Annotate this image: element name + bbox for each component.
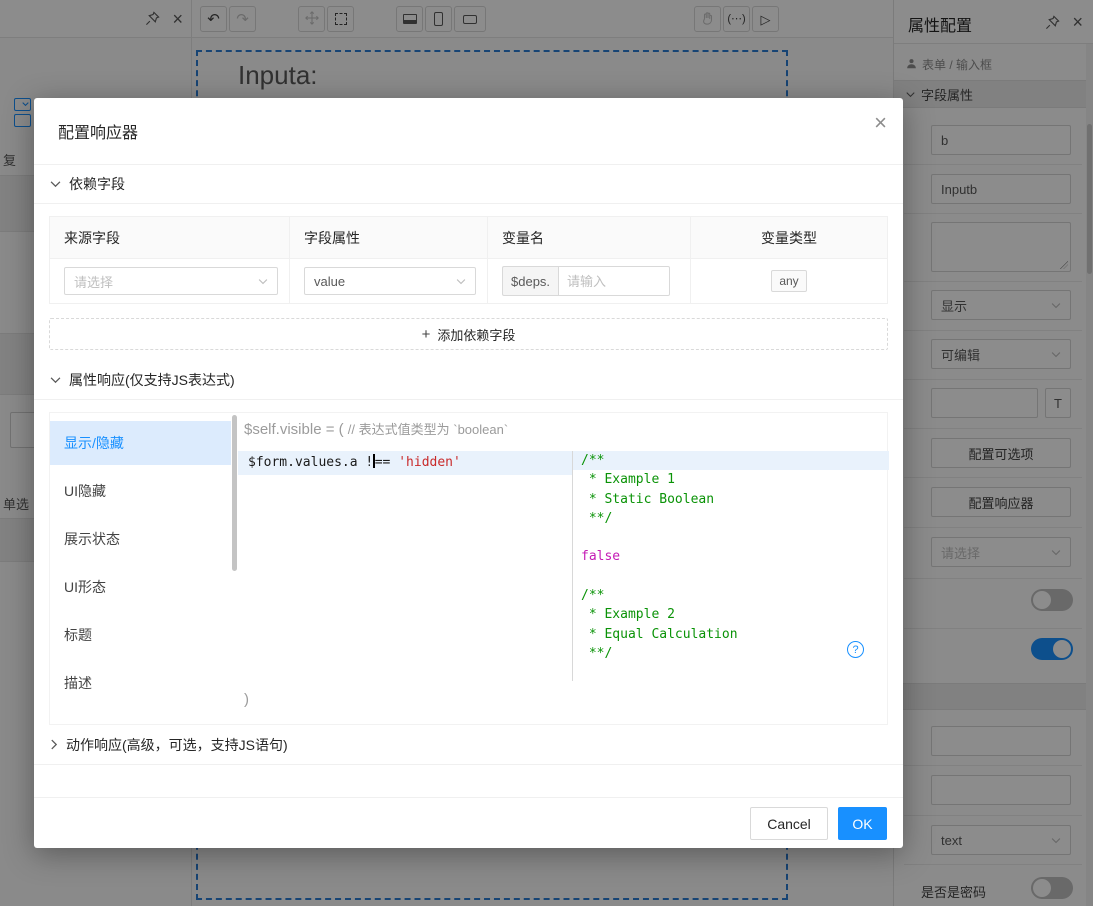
tab-ui-pattern[interactable]: UI形态 [50,565,231,609]
code-comment-line: **/ [573,644,889,663]
section-dependencies[interactable]: 依赖字段 [34,164,903,204]
code-editor-left[interactable]: $form.values.a !== 'hidden' [238,451,572,475]
screenshot-stage: × 复 单选 ↶ ↷ [0,0,1093,906]
code-text: $form.values.a ! [248,455,373,470]
tab-ui-hidden[interactable]: UI隐藏 [50,469,231,513]
code-comment-line: * Example 1 [573,470,889,489]
code-comment-line: **/ [573,509,889,528]
code-atom-line: false [573,547,889,566]
chevron-down-icon [50,180,61,188]
field-prop-select[interactable]: value [304,267,476,295]
source-field-placeholder: 请选择 [74,272,113,291]
chevron-down-icon [456,278,466,285]
tab-visible-hidden[interactable]: 显示/隐藏 [50,421,231,465]
add-dependency-button[interactable]: + 添加依赖字段 [49,318,888,350]
cancel-button[interactable]: Cancel [750,807,828,840]
section-action-reactions-label: 动作响应(高级，可选，支持JS语句) [66,735,288,755]
ok-button[interactable]: OK [838,807,887,840]
variable-prefix: $deps. [502,266,558,296]
tab-display-state[interactable]: 展示状态 [50,517,231,561]
tab-title[interactable]: 标题 [50,613,231,657]
configure-reactions-modal: 配置响应器 × 依赖字段 来源字段 字段属性 变量名 变量类型 请选择 [34,98,903,848]
variable-name-group: $deps. [502,266,670,296]
chevron-down-icon [50,376,61,384]
section-action-reactions[interactable]: 动作响应(高级，可选，支持JS语句) [34,725,903,765]
tab-description[interactable]: 描述 [50,661,231,705]
section-property-reactions-label: 属性响应(仅支持JS表达式) [69,370,235,390]
source-field-select[interactable]: 请选择 [64,267,278,295]
reactions-editor-container: 显示/隐藏 UI隐藏 展示状态 UI形态 标题 描述 $self.visible… [49,412,888,725]
code-comment-line: /** [573,451,889,470]
code-comment-line: * Equal Calculation [573,625,889,644]
plus-icon: + [422,326,431,343]
section-property-reactions[interactable]: 属性响应(仅支持JS表达式) [34,360,903,400]
dependencies-table: 来源字段 字段属性 变量名 变量类型 请选择 value [49,216,888,304]
col-header-type: 变量类型 [691,217,887,258]
chevron-down-icon [258,278,268,285]
table-row: 请选择 value $deps. a [50,259,887,303]
col-header-var: 变量名 [488,217,691,258]
tabs-scrollbar-thumb[interactable] [232,415,237,571]
add-dependency-label: 添加依赖字段 [437,325,515,344]
code-text: == [375,455,398,470]
code-blank-line [573,567,889,586]
help-icon[interactable]: ? [847,641,864,658]
field-prop-value: value [314,274,345,289]
table-header-row: 来源字段 字段属性 变量名 变量类型 [50,217,887,259]
variable-name-input[interactable] [558,266,670,296]
code-editor-right[interactable]: /** * Example 1 * Static Boolean **/ fal… [573,451,889,663]
section-dependencies-label: 依赖字段 [69,174,125,194]
expression-header: $self.visible = ( // 表达式值类型为 `boolean` [244,419,508,438]
code-comment-line: * Example 2 [573,605,889,624]
chevron-right-icon [50,739,58,750]
variable-type-tag: any [771,270,806,292]
code-blank-line [573,528,889,547]
code-comment-line: * Static Boolean [573,490,889,509]
code-string: 'hidden' [398,455,461,470]
reaction-tabs: 显示/隐藏 UI隐藏 展示状态 UI形态 标题 描述 [50,413,238,724]
col-header-source: 来源字段 [50,217,290,258]
expression-header-comment: // 表达式值类型为 `boolean` [348,422,508,437]
close-icon[interactable]: × [874,112,887,134]
modal-footer: Cancel OK [34,797,903,848]
closing-paren: ) [244,691,249,708]
modal-title: 配置响应器 [58,119,138,143]
expression-header-code: $self.visible = ( [244,421,348,438]
col-header-prop: 字段属性 [290,217,488,258]
code-comment-line: /** [573,586,889,605]
